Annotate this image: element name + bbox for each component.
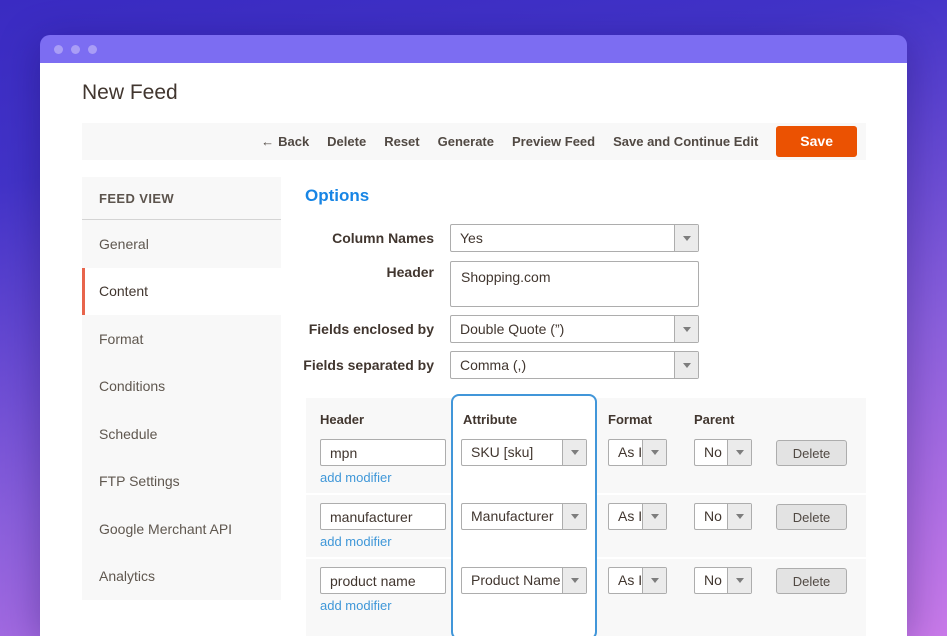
delete-row-button[interactable]: Delete <box>776 568 847 594</box>
sidebar-item-general[interactable]: General <box>82 220 281 268</box>
back-button[interactable]: ←Back <box>261 134 309 149</box>
chevron-down-icon[interactable] <box>727 568 751 593</box>
delete-row-button[interactable]: Delete <box>776 504 847 530</box>
column-names-value: Yes <box>451 225 674 251</box>
chevron-down-icon[interactable] <box>674 316 698 342</box>
back-arrow-icon: ← <box>261 134 274 149</box>
add-modifier-link[interactable]: add modifier <box>320 534 392 549</box>
preview-feed-button[interactable]: Preview Feed <box>512 134 595 149</box>
options-heading: Options <box>305 186 369 206</box>
chevron-down-icon[interactable] <box>642 568 666 593</box>
chevron-down-icon[interactable] <box>727 440 751 465</box>
chevron-down-icon[interactable] <box>562 504 586 529</box>
sidebar-item-google-merchant-api[interactable]: Google Merchant API <box>82 505 281 553</box>
attribute-select[interactable]: Product Name <box>461 567 587 594</box>
fields-enclosed-value: Double Quote (”) <box>451 316 674 342</box>
parent-select[interactable]: No <box>694 567 752 594</box>
window-dot <box>88 45 97 54</box>
reset-button[interactable]: Reset <box>384 134 419 149</box>
fields-separated-value: Comma (,) <box>451 352 674 378</box>
sidebar-item-content[interactable]: Content <box>82 268 281 316</box>
format-select[interactable]: As Is <box>608 567 667 594</box>
chevron-down-icon[interactable] <box>562 568 586 593</box>
window-body: New Feed ←Back Delete Reset Generate Pre… <box>40 63 907 636</box>
header-input[interactable] <box>320 439 446 466</box>
column-header-parent: Parent <box>694 412 734 427</box>
chevron-down-icon[interactable] <box>674 352 698 378</box>
attribute-select[interactable]: Manufacturer <box>461 503 587 530</box>
add-modifier-link[interactable]: add modifier <box>320 598 392 613</box>
chevron-down-icon[interactable] <box>674 225 698 251</box>
sidebar-item-conditions[interactable]: Conditions <box>82 363 281 411</box>
delete-button[interactable]: Delete <box>327 134 366 149</box>
column-names-label: Column Names <box>264 224 434 252</box>
parent-select[interactable]: No <box>694 503 752 530</box>
page-title: New Feed <box>82 81 178 105</box>
table-row: Manufacturer As Is No Delete <box>306 503 866 531</box>
chevron-down-icon[interactable] <box>562 440 586 465</box>
format-select[interactable]: As Is <box>608 439 667 466</box>
save-and-continue-button[interactable]: Save and Continue Edit <box>613 134 758 149</box>
column-header-format: Format <box>608 412 652 427</box>
column-header-attribute: Attribute <box>463 412 517 427</box>
column-names-select[interactable]: Yes <box>450 224 699 252</box>
column-header-header: Header <box>320 412 364 427</box>
chevron-down-icon[interactable] <box>642 504 666 529</box>
table-row: Product Name As Is No Delete <box>306 567 866 595</box>
fields-enclosed-label: Fields enclosed by <box>264 315 434 343</box>
fields-separated-label: Fields separated by <box>264 351 434 379</box>
format-select[interactable]: As Is <box>608 503 667 530</box>
parent-select[interactable]: No <box>694 439 752 466</box>
header-input[interactable] <box>320 567 446 594</box>
sidebar: FEED VIEW General Content Format Conditi… <box>82 177 281 600</box>
chevron-down-icon[interactable] <box>727 504 751 529</box>
header-label: Header <box>264 264 434 280</box>
sidebar-item-ftp-settings[interactable]: FTP Settings <box>82 458 281 506</box>
save-button[interactable]: Save <box>776 126 857 157</box>
window-dot <box>71 45 80 54</box>
field-mapping-table: Header Attribute Format Parent SKU [sku]… <box>306 398 866 636</box>
toolbar: ←Back Delete Reset Generate Preview Feed… <box>82 123 866 160</box>
sidebar-item-schedule[interactable]: Schedule <box>82 410 281 458</box>
header-input[interactable] <box>320 503 446 530</box>
app-window: New Feed ←Back Delete Reset Generate Pre… <box>40 35 907 636</box>
sidebar-header: FEED VIEW <box>82 177 281 220</box>
sidebar-item-analytics[interactable]: Analytics <box>82 553 281 601</box>
attribute-select[interactable]: SKU [sku] <box>461 439 587 466</box>
fields-enclosed-select[interactable]: Double Quote (”) <box>450 315 699 343</box>
table-row: SKU [sku] As Is No Delete <box>306 439 866 467</box>
fields-separated-select[interactable]: Comma (,) <box>450 351 699 379</box>
add-modifier-link[interactable]: add modifier <box>320 470 392 485</box>
chevron-down-icon[interactable] <box>642 440 666 465</box>
window-dot <box>54 45 63 54</box>
delete-row-button[interactable]: Delete <box>776 440 847 466</box>
sidebar-item-format[interactable]: Format <box>82 315 281 363</box>
window-titlebar <box>40 35 907 63</box>
generate-button[interactable]: Generate <box>438 134 494 149</box>
header-textarea[interactable]: Shopping.com <box>450 261 699 307</box>
